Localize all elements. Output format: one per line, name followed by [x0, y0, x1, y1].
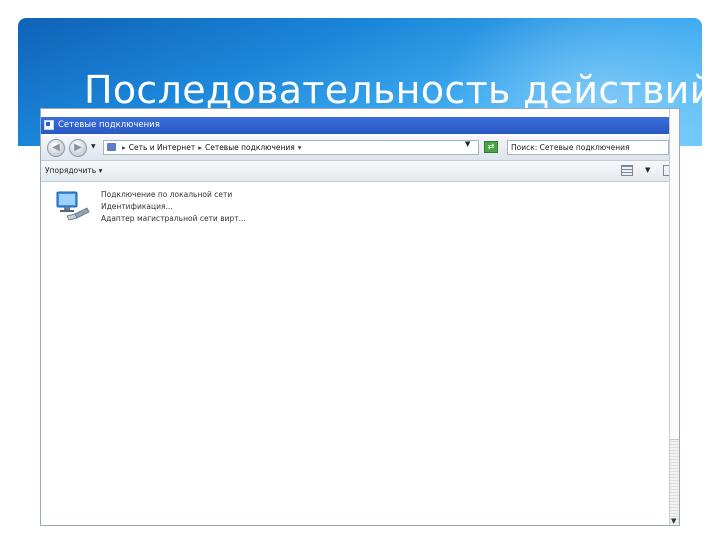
- forward-arrow-icon[interactable]: ▶: [69, 139, 87, 157]
- back-arrow-icon[interactable]: ◀: [47, 139, 65, 157]
- explorer-window: Сетевые подключения ◀ ▶ ▼ ▸ Сеть и Интерн…: [40, 108, 680, 526]
- command-toolbar: Упорядочить ▾ ▼: [41, 161, 679, 182]
- organize-button[interactable]: Упорядочить ▾: [45, 166, 102, 175]
- address-bar: ◀ ▶ ▼ ▸ Сеть и Интернет ▸ Сетевые подключен…: [41, 136, 679, 161]
- address-segment-connections[interactable]: Сетевые подключения: [205, 143, 295, 152]
- connection-name: Подключение по локальной сети: [101, 190, 233, 199]
- control-panel-icon: [107, 143, 116, 151]
- history-dropdown-icon[interactable]: ▼: [91, 143, 96, 150]
- address-segment-network[interactable]: Сеть и Интернет: [129, 143, 195, 152]
- scroll-down-arrow-icon[interactable]: ▼: [671, 517, 676, 525]
- window-titlebar: Сетевые подключения: [41, 117, 679, 134]
- refresh-go-button[interactable]: ⇄: [484, 141, 498, 153]
- slide-title: Последовательность действий: [84, 68, 702, 112]
- search-input[interactable]: Поиск: Сетевые подключения: [507, 140, 669, 155]
- connections-list: Подключение по локальной сети Идентифика…: [41, 182, 669, 525]
- connection-status: Идентификация...: [101, 202, 173, 211]
- connection-adapter: Адаптер магистральной сети вирт...: [101, 214, 246, 223]
- address-field[interactable]: ▸ Сеть и Интернет ▸ Сетевые подключения ▾: [103, 140, 479, 155]
- views-dropdown-icon[interactable]: ▼: [645, 166, 650, 174]
- organize-label: Упорядочить: [45, 166, 97, 175]
- address-separator-icon[interactable]: ▾: [298, 143, 302, 152]
- address-separator-icon[interactable]: ▸: [122, 143, 126, 152]
- network-folder-icon: [44, 120, 54, 130]
- address-separator-icon[interactable]: ▸: [198, 143, 202, 152]
- views-icon[interactable]: [621, 165, 633, 176]
- list-item-local-connection[interactable]: Подключение по локальной сети Идентифика…: [55, 188, 355, 228]
- network-connection-icon: [56, 191, 90, 221]
- scrollbar-thumb[interactable]: [670, 109, 679, 440]
- window-title: Сетевые подключения: [58, 120, 160, 130]
- vertical-scrollbar[interactable]: ▼: [669, 109, 679, 525]
- address-dropdown-icon[interactable]: ▼: [465, 140, 470, 148]
